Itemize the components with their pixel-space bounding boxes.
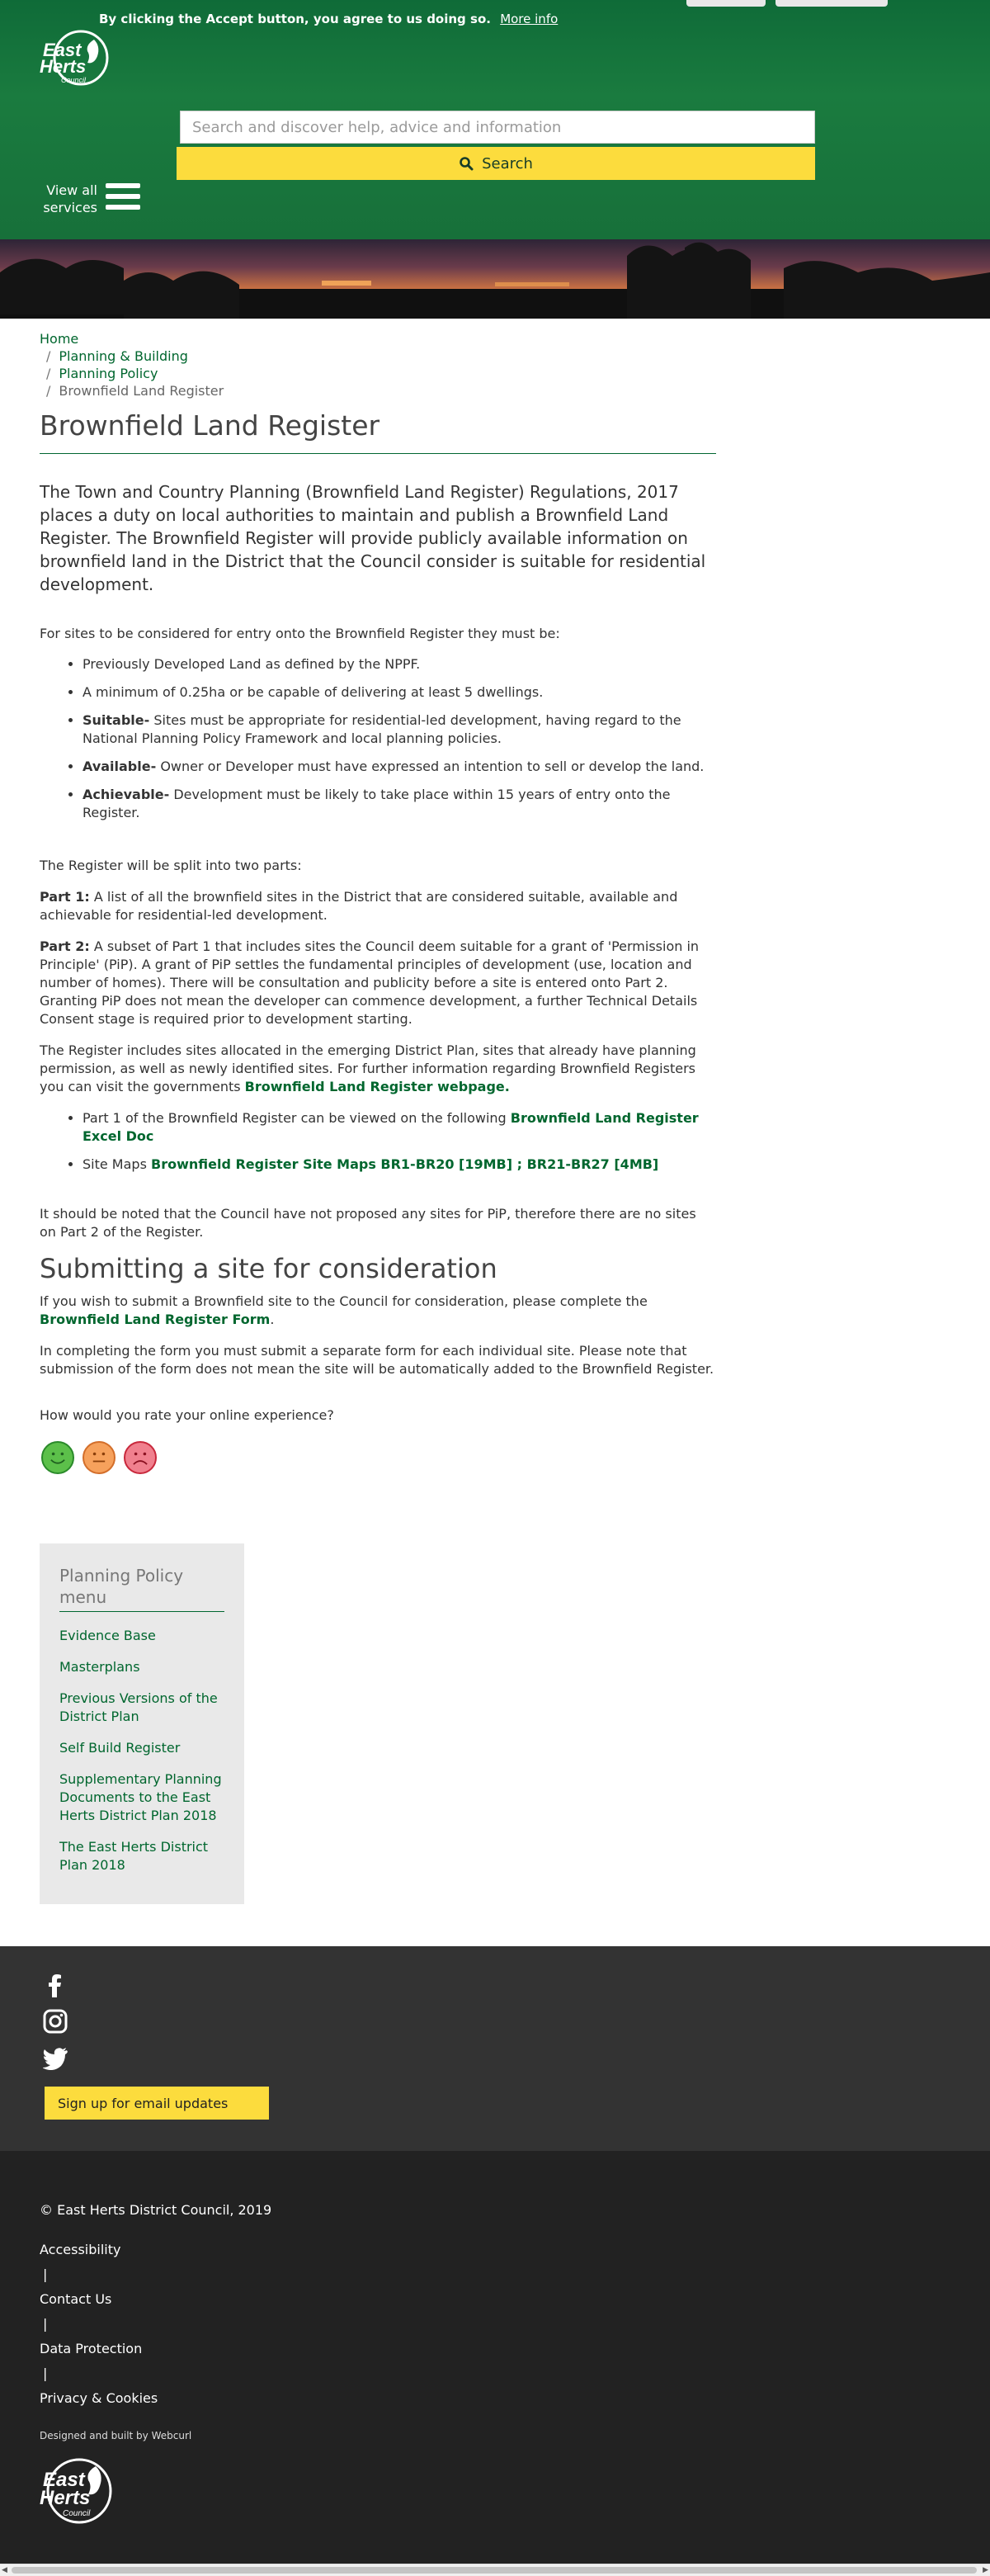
- footer-link-accessibility[interactable]: Accessibility: [40, 2242, 120, 2257]
- footer-logo: East Herts Council: [36, 2453, 116, 2531]
- list-item: A minimum of 0.25ha or be capable of del…: [82, 683, 716, 702]
- site-header: By clicking the Accept button, you agree…: [0, 0, 990, 239]
- site-maps-link[interactable]: Brownfield Register Site Maps BR1-BR20 […: [151, 1156, 658, 1172]
- footer-legal: © East Herts District Council, 2019 Acce…: [0, 2151, 990, 2564]
- menu-item-self-build[interactable]: Self Build Register: [59, 1740, 180, 1756]
- menu-item-masterplans[interactable]: Masterplans: [59, 1659, 140, 1675]
- view-all-services-link[interactable]: View all services: [43, 182, 97, 216]
- breadcrumb-home[interactable]: Home: [40, 331, 78, 347]
- search-icon: [460, 157, 474, 171]
- brownfield-form-link[interactable]: Brownfield Land Register Form: [40, 1312, 270, 1327]
- horizontal-scrollbar[interactable]: ◀ ▶: [0, 2564, 990, 2576]
- footer-separator: |: [43, 2366, 48, 2381]
- footer-separator: |: [43, 2316, 48, 2332]
- footer-link-contact[interactable]: Contact Us: [40, 2291, 111, 2307]
- part2-paragraph: Part 2: A subset of Part 1 that includes…: [40, 938, 700, 1027]
- scroll-right-arrow-icon[interactable]: ▶: [983, 2566, 988, 2574]
- side-menu-title: Planning Policy menu: [59, 1565, 224, 1612]
- credits: Designed and built by Webcurl: [40, 2430, 192, 2441]
- facebook-icon[interactable]: [43, 1973, 68, 1997]
- list-item: Available- Owner or Developer must have …: [82, 758, 716, 776]
- menu-item-evidence-base[interactable]: Evidence Base: [59, 1628, 156, 1643]
- section-heading: Submitting a site for consideration: [40, 1253, 497, 1284]
- neutral-face-icon[interactable]: [82, 1441, 116, 1474]
- breadcrumb-current: Brownfield Land Register: [59, 383, 224, 399]
- search-input[interactable]: [180, 111, 815, 144]
- planning-policy-menu: Planning Policy menu Evidence Base Maste…: [40, 1543, 244, 1904]
- breadcrumb-separator: /: [46, 366, 51, 381]
- cookie-decline-button[interactable]: [776, 0, 888, 7]
- breadcrumb-separator: /: [46, 383, 51, 399]
- rating-label: How would you rate your online experienc…: [40, 1407, 334, 1423]
- footer-link-privacy[interactable]: Privacy & Cookies: [40, 2390, 158, 2406]
- menu-item-previous-versions[interactable]: Previous Versions of the District Plan: [59, 1690, 218, 1724]
- search-button-label: Search: [482, 154, 533, 173]
- site-logo[interactable]: East Herts Council: [36, 28, 116, 92]
- logo-line-3: Council: [61, 76, 87, 84]
- cookie-notice-text: By clicking the Accept button, you agree…: [99, 12, 491, 26]
- sad-face-icon[interactable]: [124, 1441, 157, 1474]
- breadcrumb: Home / Planning & Building / Planning Poli…: [40, 330, 224, 399]
- part1-paragraph: Part 1: A list of all the brownfield sit…: [40, 889, 678, 923]
- list-item: Part 1 of the Brownfield Register can be…: [82, 1109, 716, 1146]
- logo-line-2: Herts: [40, 56, 86, 77]
- list-item: Achievable- Development must be likely t…: [82, 786, 716, 822]
- criteria-list: Previously Developed Land as defined by …: [40, 655, 716, 832]
- menu-item-spd[interactable]: Supplementary Planning Documents to the …: [59, 1771, 222, 1823]
- breadcrumb-planning-building[interactable]: Planning & Building: [59, 348, 187, 364]
- breadcrumb-planning-policy[interactable]: Planning Policy: [59, 366, 158, 381]
- submit-paragraph: If you wish to submit a Brownfield site …: [40, 1293, 648, 1327]
- email-signup-button[interactable]: Sign up for email updates: [45, 2087, 269, 2120]
- form-note: In completing the form you must submit a…: [40, 1343, 714, 1377]
- copyright: © East Herts District Council, 2019: [40, 2202, 272, 2218]
- lead-paragraph: The Town and Country Planning (Brownfiel…: [40, 482, 706, 594]
- logo-line-2: Herts: [40, 2487, 90, 2509]
- footer-social: [0, 1946, 990, 2151]
- twitter-icon[interactable]: [42, 2045, 68, 2071]
- cookie-notice: By clicking the Accept button, you agree…: [99, 12, 558, 26]
- list-item: Previously Developed Land as defined by …: [82, 655, 716, 674]
- list-item: Site Maps Brownfield Register Site Maps …: [82, 1156, 716, 1174]
- scrollbar-thumb[interactable]: [12, 2567, 977, 2574]
- pip-note: It should be noted that the Council have…: [40, 1206, 696, 1240]
- more-info-link[interactable]: More info: [500, 12, 558, 26]
- breadcrumb-separator: /: [46, 348, 51, 364]
- hamburger-menu-icon[interactable]: [106, 183, 140, 215]
- gov-brownfield-link[interactable]: Brownfield Land Register webpage.: [245, 1079, 510, 1094]
- hero-banner-image: [0, 239, 990, 319]
- happy-face-icon[interactable]: [41, 1441, 74, 1474]
- download-list: Part 1 of the Brownfield Register can be…: [40, 1109, 716, 1184]
- logo-line-3: Council: [63, 2509, 91, 2518]
- search-button[interactable]: Search: [177, 147, 815, 180]
- scroll-left-arrow-icon[interactable]: ◀: [2, 2566, 7, 2574]
- footer-separator: |: [43, 2266, 48, 2282]
- menu-item-district-plan[interactable]: The East Herts District Plan 2018: [59, 1839, 208, 1873]
- page-title: Brownfield Land Register: [40, 409, 716, 454]
- register-info-paragraph: The Register includes sites allocated in…: [40, 1042, 696, 1094]
- split-intro: The Register will be split into two part…: [40, 858, 302, 873]
- instagram-icon[interactable]: [43, 2009, 68, 2034]
- criteria-intro: For sites to be considered for entry ont…: [40, 626, 560, 641]
- footer-link-data-protection[interactable]: Data Protection: [40, 2341, 142, 2356]
- cookie-accept-button[interactable]: [686, 0, 766, 7]
- list-item: Suitable- Sites must be appropriate for …: [82, 711, 716, 748]
